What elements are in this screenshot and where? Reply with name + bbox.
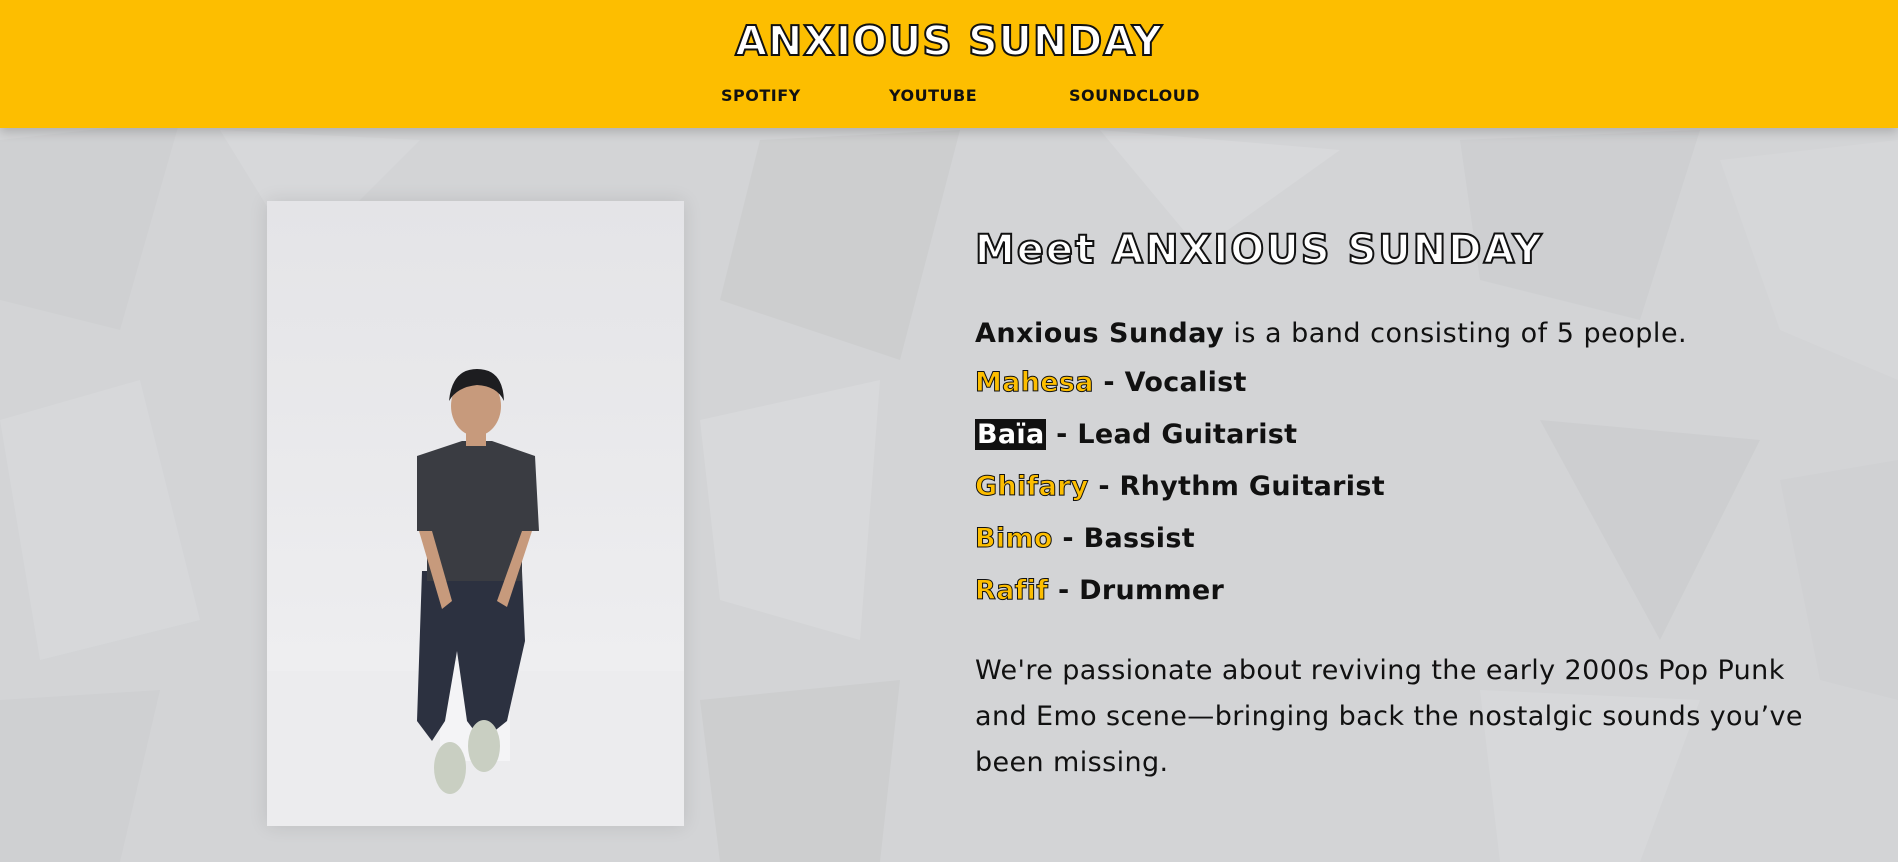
member-name: Ghifary [975,471,1089,503]
member-role: - Vocalist [1093,367,1247,398]
list-item: Baïa - Lead Guitarist [975,418,1835,470]
list-item: Rafif - Drummer [974,574,1835,626]
intro-band-name: Anxious Sunday [975,318,1225,349]
member-name: Baïa [975,419,1047,450]
site-logo[interactable]: ANXIOUS SUNDAY [0,14,1898,68]
nav-link-spotify[interactable]: SPOTIFY [721,84,801,108]
band-description: We're passionate about reviving the earl… [975,655,1803,778]
list-item: Mahesa - Vocalist [975,366,1835,418]
intro-rest: is a band consisting of 5 people. [1224,318,1688,349]
member-name: Mahesa [975,367,1094,399]
intro-text: Anxious Sunday is a band consisting of 5… [975,314,1835,354]
site-header: ANXIOUS SUNDAY SPOTIFY YOUTUBE SOUNDCLOU… [0,0,1898,128]
list-item: Ghifary - Rhythm Guitarist [975,470,1835,522]
band-member-photo [267,201,684,826]
member-role: - Rhythm Guitarist [1088,471,1385,502]
member-list: Mahesa - Vocalist Baïa - Lead Guitarist … [974,366,1835,626]
about-heading: Meet ANXIOUS SUNDAY [974,226,1544,274]
nav-link-soundcloud[interactable]: SOUNDCLOUD [1069,84,1200,108]
member-role: - Lead Guitarist [1046,419,1298,450]
member-name: Rafif [974,575,1049,607]
main-nav: SPOTIFY YOUTUBE SOUNDCLOUD [0,84,1898,108]
about-section: Meet ANXIOUS SUNDAY Anxious Sunday is a … [974,222,1835,786]
member-role: - Drummer [1048,575,1225,606]
nav-link-youtube[interactable]: YOUTUBE [889,84,977,108]
list-item: Bimo - Bassist [975,522,1835,574]
member-role: - Bassist [1052,523,1195,554]
member-name: Bimo [975,523,1053,555]
